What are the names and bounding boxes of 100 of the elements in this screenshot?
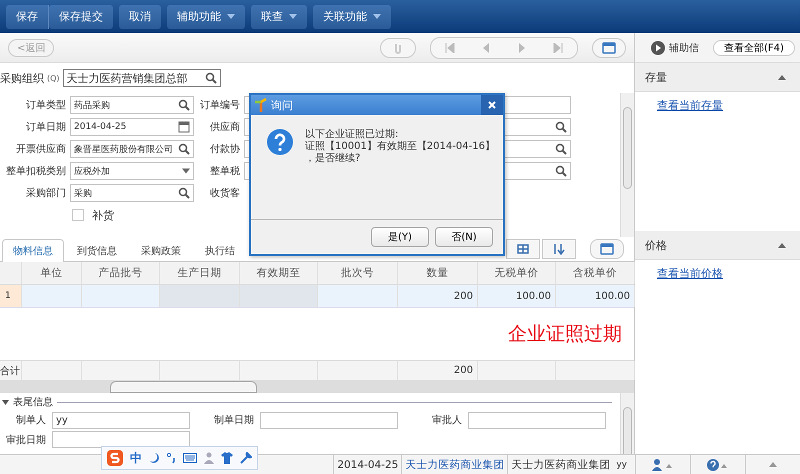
- dialog-button[interactable]: 是(Y): [371, 227, 429, 247]
- field-label: 收货客: [209, 186, 240, 200]
- toolbar-button[interactable]: 保存提交: [49, 4, 113, 28]
- dialog-message: 以下企业证照已过期:: [305, 129, 400, 140]
- tab[interactable]: 采购政策: [130, 239, 192, 261]
- input-field[interactable]: 应税外加: [70, 162, 194, 180]
- status-date: 2014-04-25: [333, 455, 402, 474]
- question-icon: [267, 129, 293, 155]
- dialog-button[interactable]: 否(N): [435, 227, 493, 247]
- caret-icon: [227, 14, 235, 19]
- toolbar-button[interactable]: 联查: [251, 4, 307, 28]
- collapse-icon: [778, 242, 786, 248]
- column-header[interactable]: 单位: [22, 262, 82, 284]
- field-label: 订单日期: [25, 120, 66, 134]
- table-cell: 200: [398, 285, 478, 307]
- status-user: yy: [615, 458, 628, 472]
- collapse-icon[interactable]: [2, 400, 9, 404]
- org-link[interactable]: 天士力医药商业集团: [401, 455, 508, 474]
- column-header[interactable]: 无税单价: [478, 262, 556, 284]
- field-label: 制单人: [15, 414, 46, 427]
- close-button[interactable]: [481, 95, 503, 115]
- dialog-message: ，是否继续?: [305, 153, 362, 165]
- scrollbar[interactable]: [620, 393, 634, 454]
- input-field[interactable]: [52, 431, 190, 448]
- shirt-icon[interactable]: [221, 452, 233, 464]
- calendar-icon: [178, 121, 190, 133]
- window-icon: [602, 42, 616, 54]
- scrollbar[interactable]: [0, 380, 634, 393]
- caret-icon: [769, 462, 777, 467]
- input-field[interactable]: yy: [52, 412, 190, 428]
- ime-logo-icon[interactable]: [107, 450, 123, 466]
- input-field[interactable]: [468, 412, 606, 428]
- punctuation-icon[interactable]: [166, 452, 176, 464]
- column-header[interactable]: 数量: [398, 262, 478, 284]
- field-label: 采购部门: [25, 186, 66, 200]
- column-header[interactable]: 有效期至: [240, 262, 318, 284]
- field-label: 订单类型: [25, 98, 66, 112]
- column-header[interactable]: 批次号: [318, 262, 398, 284]
- search-icon: [555, 121, 567, 133]
- sort-button[interactable]: [542, 239, 576, 259]
- toolbar-button[interactable]: 保存: [6, 4, 49, 28]
- ime-mode[interactable]: 中: [130, 450, 142, 466]
- link[interactable]: 查看当前价格: [657, 266, 800, 281]
- toolbar-button[interactable]: 关联功能: [313, 4, 391, 28]
- scrollbar[interactable]: [620, 93, 634, 237]
- first-icon[interactable]: [445, 42, 455, 52]
- section-header[interactable]: 价格: [635, 231, 800, 260]
- checkbox[interactable]: [72, 209, 84, 221]
- moon-icon[interactable]: [149, 452, 159, 464]
- input-field[interactable]: 象晋星医药股份有限公司: [70, 140, 194, 158]
- section-title: 表尾信息: [13, 396, 53, 409]
- field-label: 审批人: [431, 414, 462, 427]
- keyboard-icon[interactable]: [183, 453, 197, 463]
- link[interactable]: 查看当前存量: [657, 98, 800, 113]
- input-field[interactable]: 采购: [70, 184, 194, 202]
- user-icon: [652, 458, 674, 470]
- caret-icon: [289, 14, 297, 19]
- last-icon[interactable]: [553, 42, 563, 52]
- window-button[interactable]: [590, 239, 624, 259]
- wrench-icon[interactable]: [240, 452, 252, 464]
- window-button[interactable]: [592, 38, 626, 58]
- tab[interactable]: 到货信息: [66, 239, 128, 261]
- next-icon[interactable]: [517, 42, 527, 52]
- section-header[interactable]: 存量: [635, 63, 800, 92]
- toolbar-button[interactable]: 辅助功能: [167, 4, 245, 28]
- close-icon: [488, 101, 496, 109]
- field-label: 整单税: [209, 164, 240, 178]
- paperclip-icon: [393, 42, 403, 54]
- field-label: 采购组织: [0, 70, 44, 86]
- status-org: 天士力医药商业集团: [507, 455, 614, 474]
- shortcut-hint: (Q): [47, 74, 60, 82]
- input-field[interactable]: [260, 412, 398, 428]
- input-field[interactable]: 药品采购: [70, 96, 194, 114]
- org-field[interactable]: 天士力医药营销集团总部: [62, 69, 221, 87]
- help-icon: [707, 458, 729, 470]
- toolbar-button[interactable]: 取消: [119, 4, 161, 28]
- grid-icon: [517, 244, 529, 254]
- table-cell: 100.00: [556, 285, 635, 307]
- tab[interactable]: 物料信息: [2, 239, 64, 262]
- column-header[interactable]: 产品批号: [82, 262, 160, 284]
- table-cell: 100.00: [478, 285, 556, 307]
- field-label: 整单扣税类别: [5, 164, 66, 178]
- search-icon: [555, 143, 567, 155]
- person-icon[interactable]: [204, 452, 214, 464]
- warning-text: 企业证照过期: [508, 322, 622, 347]
- field-label: 开票供应商: [15, 142, 66, 156]
- tab[interactable]: 执行结: [194, 239, 246, 261]
- search-icon: [204, 72, 217, 84]
- search-icon: [178, 187, 190, 199]
- grid-button[interactable]: [506, 239, 540, 259]
- row-number: 1: [0, 285, 22, 307]
- window-icon: [600, 243, 614, 255]
- dialog-title: 询问: [271, 98, 293, 112]
- previous-icon[interactable]: [481, 42, 491, 52]
- dropdown-icon: [182, 168, 190, 174]
- column-header[interactable]: 含税单价: [556, 262, 635, 284]
- view-all-button[interactable]: 查看全部(F4): [713, 40, 795, 56]
- column-header[interactable]: 生产日期: [160, 262, 240, 284]
- play-icon[interactable]: [651, 40, 665, 54]
- input-field[interactable]: 2014-04-25: [70, 118, 194, 136]
